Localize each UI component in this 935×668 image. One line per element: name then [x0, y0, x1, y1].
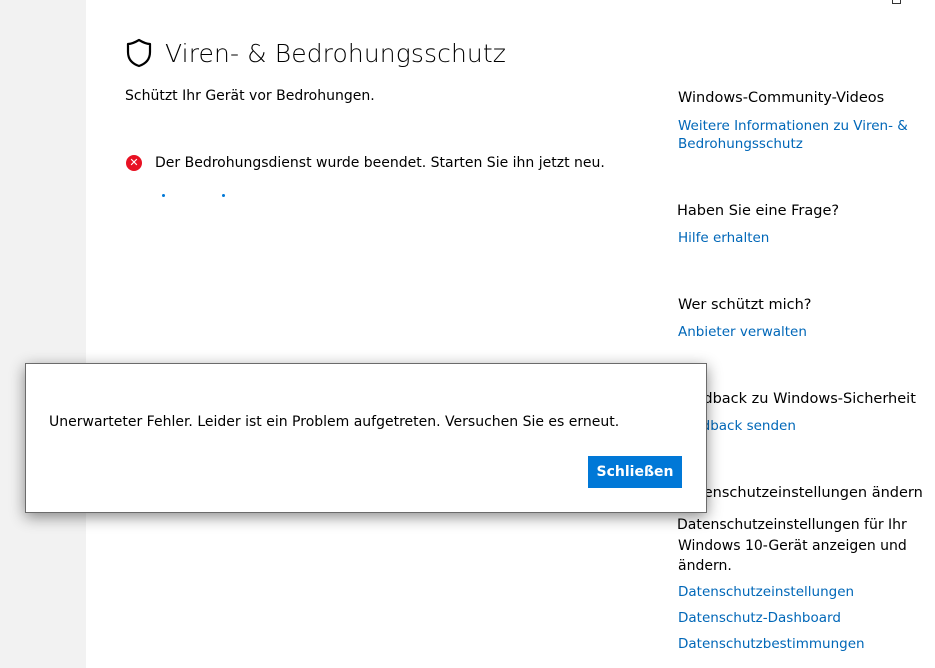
page-subtitle: Schützt Ihr Gerät vor Bedrohungen. — [125, 88, 375, 104]
community-link-continued[interactable]: Bedrohungsschutz — [678, 135, 803, 153]
navigation-pane — [0, 0, 86, 668]
loading-dot — [162, 194, 165, 197]
manage-providers-link[interactable]: Anbieter verwalten — [678, 323, 807, 341]
privacy-statement-link[interactable]: Datenschutzbestimmungen — [678, 635, 865, 653]
page-title: Viren- & Bedrohungsschutz — [165, 38, 506, 68]
privacy-heading: Datenschutzeinstellungen ändern — [678, 485, 923, 501]
privacy-description-line3: ändern. — [678, 558, 732, 574]
privacy-description-line2: Windows 10-Gerät anzeigen und — [678, 538, 907, 554]
error-dialog: Unerwarteter Fehler. Leider ist ein Prob… — [25, 363, 707, 513]
close-button[interactable]: Schließen — [588, 456, 682, 488]
window-control-icon[interactable] — [892, 0, 901, 4]
privacy-settings-link[interactable]: Datenschutzeinstellungen — [678, 583, 854, 601]
page-header: Viren- & Bedrohungsschutz — [125, 38, 506, 68]
threat-service-status: ✕ Der Bedrohungsdienst wurde beendet. St… — [126, 155, 605, 171]
error-icon: ✕ — [126, 155, 142, 171]
privacy-dashboard-link[interactable]: Datenschutz-Dashboard — [678, 609, 841, 627]
question-heading: Haben Sie eine Frage? — [677, 203, 840, 219]
privacy-description: Datenschutzeinstellungen für Ihr — [677, 517, 907, 533]
feedback-heading: Feedback zu Windows-Sicherheit — [678, 391, 916, 407]
loading-dot — [222, 194, 225, 197]
shield-icon — [126, 38, 152, 68]
dialog-message: Unerwarteter Fehler. Leider ist ein Prob… — [49, 414, 620, 430]
status-message: Der Bedrohungsdienst wurde beendet. Star… — [155, 155, 605, 171]
protector-heading: Wer schützt mich? — [678, 297, 812, 313]
community-heading: Windows-Community-Videos — [678, 90, 885, 106]
community-link[interactable]: Weitere Informationen zu Viren- & — [678, 117, 908, 135]
help-link[interactable]: Hilfe erhalten — [678, 229, 769, 247]
